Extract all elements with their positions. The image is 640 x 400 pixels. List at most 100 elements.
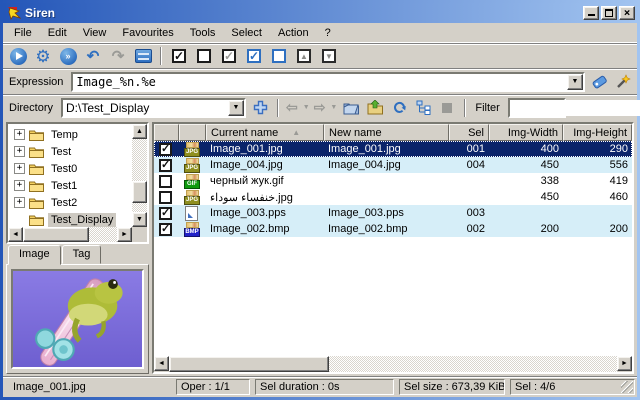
expression-input[interactable]	[73, 74, 567, 90]
scroll-left-icon[interactable]: ◄	[154, 356, 169, 371]
header-icon-column[interactable]	[179, 124, 206, 141]
row-checkbox[interactable]	[159, 175, 172, 188]
header-sel[interactable]: Sel	[449, 124, 489, 141]
move-up-icon[interactable]: ▲	[293, 46, 315, 67]
header-check-column[interactable]	[154, 124, 179, 141]
tree-expand-icon[interactable]: +	[14, 180, 25, 191]
header-img-height[interactable]: Img-Height	[563, 124, 632, 141]
tree-item[interactable]: + Test2	[8, 194, 132, 211]
window-title: Siren	[25, 6, 581, 20]
expand-tree-icon[interactable]	[413, 98, 433, 118]
redo-icon[interactable]: ↷	[107, 46, 129, 67]
menu-item[interactable]: Action	[271, 25, 316, 41]
minimize-button[interactable]	[583, 6, 599, 20]
menu-item[interactable]: File	[7, 25, 39, 41]
tree-item[interactable]: + Test1	[8, 177, 132, 194]
expression-row: Expression ▼	[3, 68, 637, 94]
table-hscroll-track[interactable]	[169, 356, 617, 372]
back-dropdown-icon[interactable]: ▼	[303, 104, 310, 111]
row-checkbox[interactable]	[159, 191, 172, 204]
scroll-up-icon[interactable]: ▲	[132, 124, 147, 139]
menu-item[interactable]: ?	[318, 25, 338, 41]
resize-grip-icon[interactable]	[621, 381, 633, 393]
tree-item[interactable]: Test_Display	[8, 211, 132, 227]
menu-item[interactable]: Favourites	[115, 25, 180, 41]
stop-icon[interactable]	[437, 98, 457, 118]
table-row[interactable]: GIF черный жук.gif 338 419	[154, 173, 632, 189]
rename-options-icon[interactable]	[132, 46, 154, 67]
forward-dropdown-icon[interactable]: ▼	[330, 104, 337, 111]
title-bar[interactable]: Siren ×	[3, 3, 637, 23]
scroll-right-icon[interactable]: ►	[617, 356, 632, 371]
table-row[interactable]: ✓ BMP Image_002.bmp Image_002.bmp 002	[154, 221, 632, 237]
row-checkbox[interactable]: ✓	[159, 143, 172, 156]
tree-item[interactable]: + Test	[8, 143, 132, 160]
directory-input[interactable]	[63, 100, 228, 116]
settings-gear-icon[interactable]: ⚙	[32, 46, 54, 67]
status-current-file: Image_001.jpg	[9, 379, 171, 395]
menu-item[interactable]: Select	[224, 25, 269, 41]
table-row[interactable]: ✓ JPG Image_001.jpg Image_001.jpg 001	[154, 141, 632, 157]
table-horizontal-scrollbar[interactable]: ◄ ►	[154, 356, 632, 372]
check-gray-icon[interactable]: ✓	[218, 46, 240, 67]
close-button[interactable]: ×	[619, 6, 635, 20]
tree-expand-icon[interactable]: +	[14, 146, 25, 157]
refresh-icon[interactable]	[389, 98, 409, 118]
back-icon[interactable]: ⇦	[286, 100, 298, 115]
tag-icon[interactable]	[589, 72, 609, 92]
tree-hscroll-track[interactable]	[23, 227, 117, 242]
header-new-name[interactable]: New name	[324, 124, 449, 141]
wand-icon[interactable]	[613, 72, 633, 92]
scroll-down-icon[interactable]: ▼	[132, 212, 147, 227]
preview-tab[interactable]: Tag	[62, 245, 102, 264]
scroll-right-icon[interactable]: ►	[117, 227, 132, 242]
table-row[interactable]: ✓ Image_003.pps Image_003.pps 003	[154, 205, 632, 221]
tree-expand-icon[interactable]: +	[14, 197, 25, 208]
uncheck-all-icon[interactable]	[193, 46, 215, 67]
file-type-icon	[184, 206, 200, 221]
check-blue-icon[interactable]: ✓	[243, 46, 265, 67]
tree-horizontal-scrollbar[interactable]: ◄ ►	[8, 227, 132, 242]
tree-vertical-scrollbar[interactable]: ▲ ▼	[132, 124, 147, 227]
folder-icon	[29, 146, 44, 158]
uncheck-blue-icon[interactable]	[268, 46, 290, 67]
row-checkbox[interactable]: ✓	[159, 159, 172, 172]
menu-item[interactable]: Tools	[183, 25, 223, 41]
siren-window: Siren × FileEditViewFavouritesToolsSelec…	[3, 3, 637, 397]
header-img-width[interactable]: Img-Width	[489, 124, 563, 141]
menu-item[interactable]: Edit	[41, 25, 74, 41]
header-current-name[interactable]: Current name ▲	[206, 124, 324, 141]
tree-item[interactable]: + Test0	[8, 160, 132, 177]
scroll-left-icon[interactable]: ◄	[8, 227, 23, 242]
tree-vscroll-thumb[interactable]	[132, 181, 147, 203]
table-hscroll-thumb[interactable]	[169, 356, 329, 372]
row-checkbox[interactable]: ✓	[159, 223, 172, 236]
parent-folder-icon[interactable]	[365, 98, 385, 118]
directory-dropdown-button[interactable]: ▼	[228, 100, 244, 116]
tree-content: + Temp +	[8, 124, 132, 227]
menu-item[interactable]: View	[76, 25, 114, 41]
tree-expand-icon[interactable]: +	[14, 129, 25, 140]
tree-item[interactable]: + Temp	[8, 126, 132, 143]
filter-input[interactable]	[510, 100, 640, 116]
undo-icon[interactable]: ↶	[82, 46, 104, 67]
move-down-icon[interactable]: ▼	[318, 46, 340, 67]
expression-dropdown-button[interactable]: ▼	[567, 74, 583, 90]
rename-play-icon[interactable]	[7, 46, 29, 67]
table-row[interactable]: JPG خنفساء سوداء.jpg 450 460	[154, 189, 632, 205]
fast-rename-icon[interactable]: »	[57, 46, 79, 67]
row-checkbox[interactable]: ✓	[159, 207, 172, 220]
cell-img-width: 338	[489, 173, 563, 189]
add-favourite-icon[interactable]	[250, 98, 270, 118]
table-row[interactable]: ✓ JPG Image_004.jpg Image_004.jpg 004	[154, 157, 632, 173]
tree-expand-icon[interactable]: +	[14, 163, 25, 174]
preview-tab[interactable]: Image	[8, 245, 61, 265]
file-type-icon: BMP	[184, 222, 200, 237]
tree-vscroll-track[interactable]	[132, 139, 147, 212]
browse-folder-icon[interactable]	[341, 98, 361, 118]
tree-hscroll-thumb[interactable]	[23, 227, 89, 242]
forward-icon[interactable]: ⇨	[314, 100, 326, 115]
cell-img-width: 400	[489, 141, 563, 157]
maximize-button[interactable]	[601, 6, 617, 20]
check-all-icon[interactable]: ✓	[168, 46, 190, 67]
